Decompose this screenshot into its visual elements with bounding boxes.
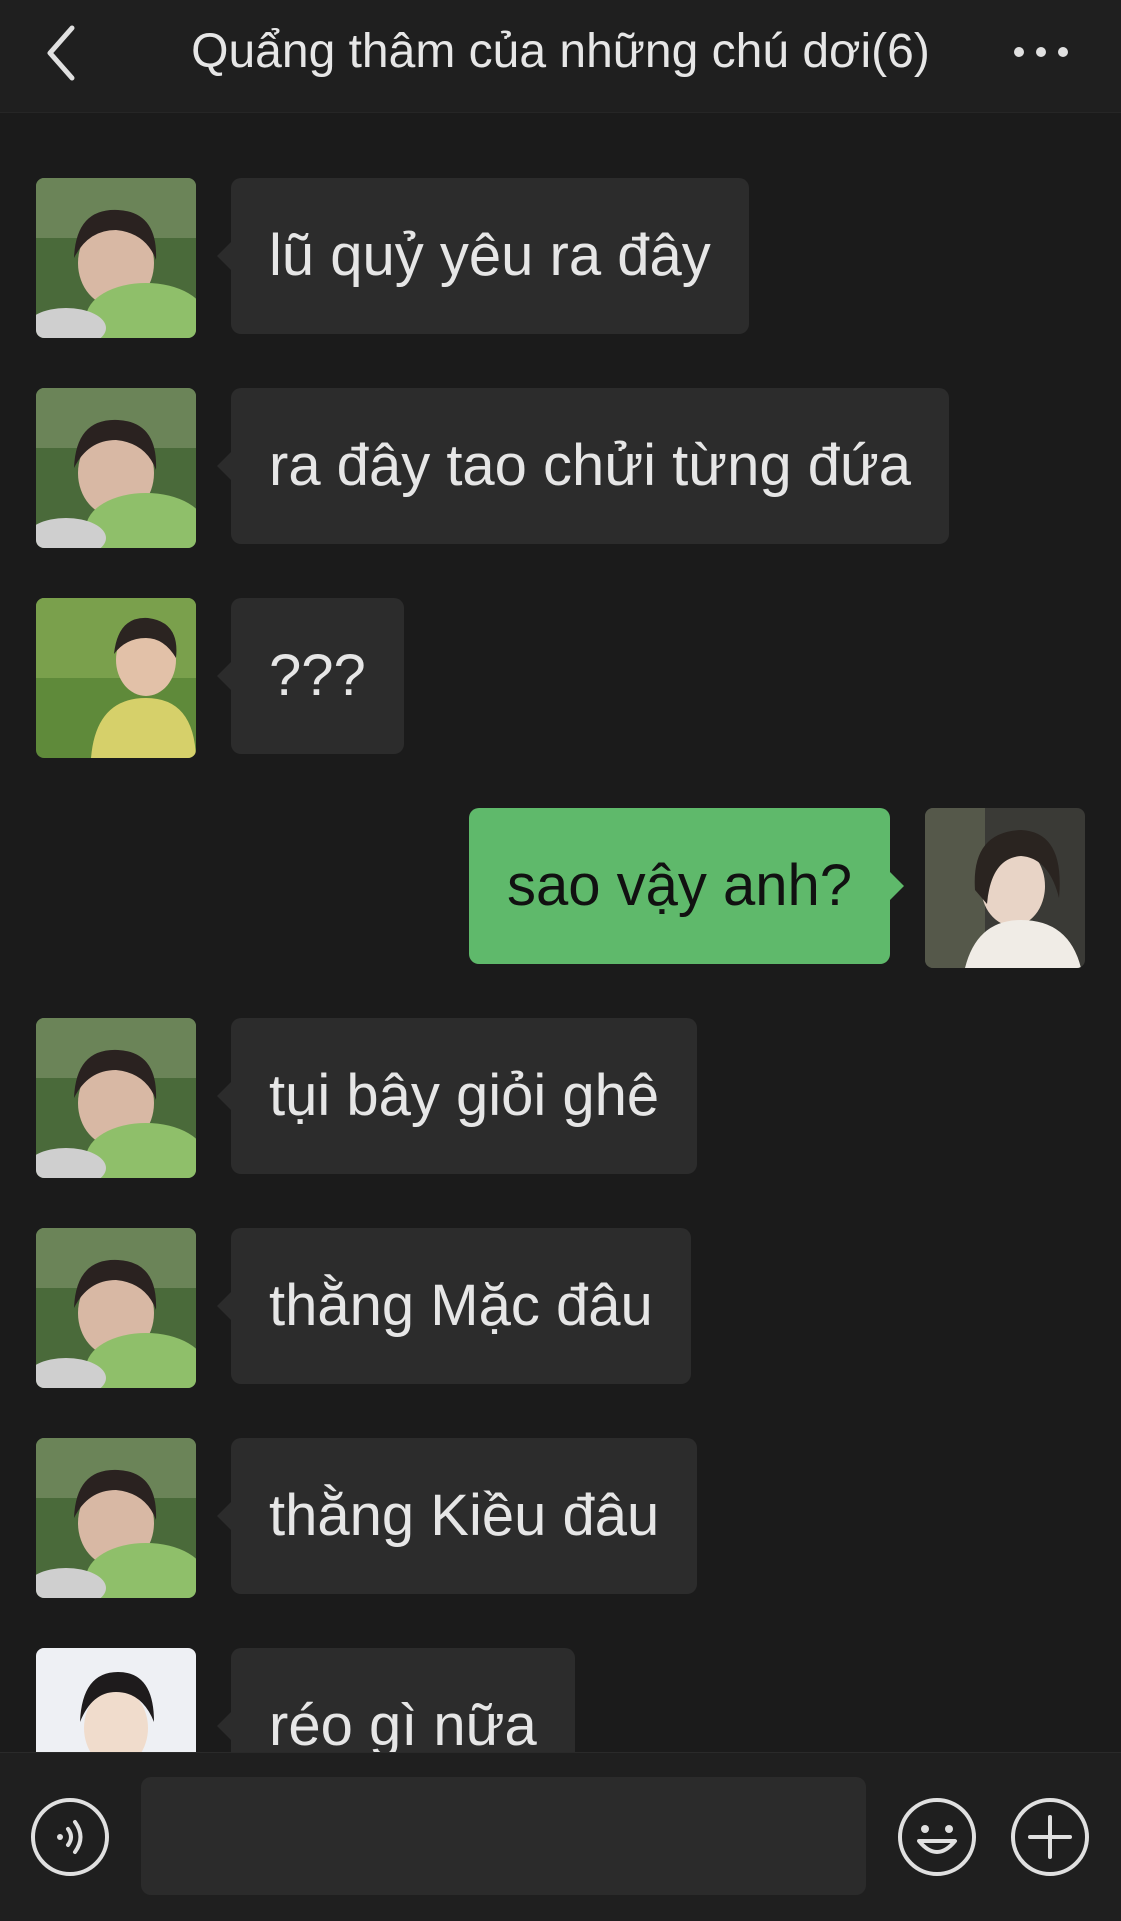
avatar-image [36, 1438, 196, 1598]
avatar[interactable] [36, 1018, 196, 1178]
avatar[interactable] [925, 808, 1085, 968]
message-bubble[interactable]: sao vậy anh? [468, 808, 905, 964]
message-bubble[interactable]: ra đây tao chửi từng đứa [216, 388, 950, 544]
chat-header: Quẩng thâm của những chú dơi(6) [0, 0, 1121, 113]
avatar-image [36, 1228, 196, 1388]
avatar[interactable] [36, 178, 196, 338]
avatar[interactable] [36, 598, 196, 758]
plus-button[interactable] [1010, 1797, 1090, 1877]
chevron-left-icon [47, 25, 75, 81]
avatar[interactable] [36, 388, 196, 548]
back-button[interactable] [38, 18, 98, 88]
message-row: ??? [0, 598, 1121, 758]
avatar[interactable] [36, 1228, 196, 1388]
emoji-icon [898, 1798, 976, 1876]
more-button[interactable] [1011, 34, 1071, 70]
chat-title: Quẩng thâm của những chú dơi(6) [191, 25, 930, 78]
avatar-image [36, 1648, 196, 1752]
avatar[interactable] [36, 1438, 196, 1598]
avatar-image [36, 388, 196, 548]
avatar-image [36, 178, 196, 338]
message-bubble[interactable]: thằng Kiều đâu [216, 1438, 698, 1594]
message-row: thằng Kiều đâu [0, 1438, 1121, 1598]
voice-button[interactable] [30, 1797, 110, 1877]
plus-circle-icon [1011, 1798, 1089, 1876]
message-row: tụi bây giỏi ghê [0, 1018, 1121, 1178]
avatar-image [36, 598, 196, 758]
avatar-image [36, 1018, 196, 1178]
input-bar [0, 1752, 1121, 1921]
message-bubble[interactable]: thằng Mặc đâu [217, 1228, 691, 1384]
message-bubble[interactable]: ??? [217, 598, 404, 754]
message-row: sao vậy anh? [0, 808, 1121, 968]
emoji-button[interactable] [897, 1797, 977, 1877]
avatar-image [925, 808, 1085, 968]
more-horizontal-icon [1014, 47, 1068, 57]
message-bubble[interactable]: lũ quỷ yêu ra đây [217, 178, 749, 334]
message-row: lũ quỷ yêu ra đây [0, 178, 1121, 338]
avatar[interactable] [36, 1648, 196, 1752]
message-row: thằng Mặc đâu [0, 1228, 1121, 1388]
voice-icon [31, 1798, 109, 1876]
message-bubble[interactable]: réo gì nữa [217, 1648, 575, 1752]
message-list[interactable]: lũ quỷ yêu ra đây ra đây tao chửi từng đ… [0, 112, 1121, 1752]
message-row: ra đây tao chửi từng đứa [0, 388, 1121, 548]
message-row: réo gì nữa [0, 1648, 1121, 1752]
message-input[interactable] [141, 1777, 866, 1895]
message-bubble[interactable]: tụi bây giỏi ghê [216, 1018, 698, 1174]
